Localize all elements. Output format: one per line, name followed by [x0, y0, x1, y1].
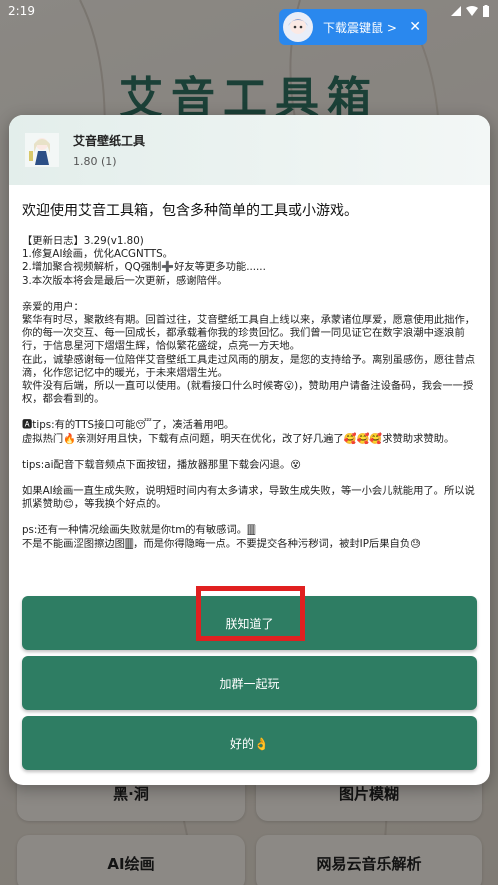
toast-avatar-icon [283, 12, 313, 42]
changelog-line: 【更新日志】3.29(v1.80) [22, 235, 144, 247]
changelog-line: 2.增加聚合视频解析，QQ强制➕好友等更多功能...... [22, 261, 266, 274]
update-dialog: 艾音壁纸工具 1.80 (1) 欢迎使用艾音工具箱，包含多种简单的工具或小游戏。… [9, 115, 490, 785]
ai-note-line: 如果AI绘画一直生成失败，说明短时间内有太多请求，导致生成失败，等一小会儿就能用… [22, 485, 475, 511]
ok-button[interactable]: 好的👌 [22, 716, 477, 770]
changelog-line: 1.修复AI绘画，优化ACGNTTS。 [22, 248, 173, 261]
dialog-header: 艾音壁纸工具 1.80 (1) [9, 115, 490, 185]
changelog: 【更新日志】3.29(v1.80) 1.修复AI绘画，优化ACGNTTS。 2.… [22, 235, 477, 288]
status-time: 2:19 [8, 4, 35, 18]
app-name: 艾音壁纸工具 [73, 134, 146, 148]
letter-line: 繁华有时尽，聚散终有期。回首过往，艾音壁纸工具自上线以来，承蒙诸位厚爱，愿意使用… [22, 314, 476, 353]
welcome-message: 欢迎使用艾音工具箱，包含多种简单的工具或小游戏。 [22, 203, 358, 219]
signal-icon [451, 6, 461, 16]
dialog-body: 欢迎使用艾音工具箱，包含多种简单的工具或小游戏。 【更新日志】3.29(v1.8… [9, 185, 490, 551]
app-version: 1.80 (1) [73, 155, 117, 168]
tips-line: 虚拟热门🔥亲测好用且快，下载有点问题，明天在优化，改了好几遍了🥰🥰🥰求赞助求赞助… [22, 432, 455, 445]
tips-block: 🅰tips:有的TTS接口可能😴了，凑活着用吧。 虚拟热门🔥亲测好用且快，下载有… [22, 419, 477, 445]
ai-note: 如果AI绘画一直生成失败，说明短时间内有太多请求，导致生成失败，等一小会儿就能用… [22, 485, 477, 511]
app-icon [25, 133, 59, 167]
farewell-letter: 亲爱的用户： 繁华有时尽，聚散终有期。回首过往，艾音壁纸工具自上线以来，承蒙诸位… [22, 301, 477, 407]
highlight-box [196, 586, 305, 641]
download-toast[interactable]: 下载震键鼠 > ✕ [279, 9, 427, 45]
letter-line: 亲爱的用户： [22, 300, 84, 313]
changelog-line: 3.本次版本将会是最后一次更新，感谢陪伴。 [22, 274, 228, 287]
ps-line: ps:还有一种情况绘画失败就是你tm的有敏感词。🀫 [22, 524, 256, 537]
close-icon[interactable]: ✕ [409, 19, 421, 35]
app-info: 艾音壁纸工具 1.80 (1) [73, 132, 145, 168]
join-group-button[interactable]: 加群一起玩 [22, 656, 477, 710]
toast-text: 下载震键鼠 > [323, 20, 397, 35]
ps-line: 不是不能画涩图擦边图🀫，而是你得隐晦一点。不要提交各种污秽词，被封IP后果自负😓 [22, 537, 421, 550]
letter-line: 在此，诚挚感谢每一位陪伴艾音壁纸工具走过风雨的朋友，是您的支持给予。离别虽感伤，… [22, 353, 476, 379]
ps-note: ps:还有一种情况绘画失败就是你tm的有敏感词。🀫 不是不能画涩图擦边图🀫，而是… [22, 524, 477, 550]
tips-line: 🅰tips:有的TTS接口可能😴了，凑活着用吧。 [22, 419, 235, 432]
tips-tts: tips:ai配音下载音频点下面按钮，播放器那里下载会闪退。😵 [22, 458, 302, 471]
status-icons [450, 5, 490, 17]
letter-line: 软件没有后端，所以一直可以使用。(就看接口什么时候寄😮)，赞助用户请备注设备码，… [22, 380, 474, 406]
wifi-icon [466, 6, 478, 16]
battery-icon [483, 5, 489, 17]
